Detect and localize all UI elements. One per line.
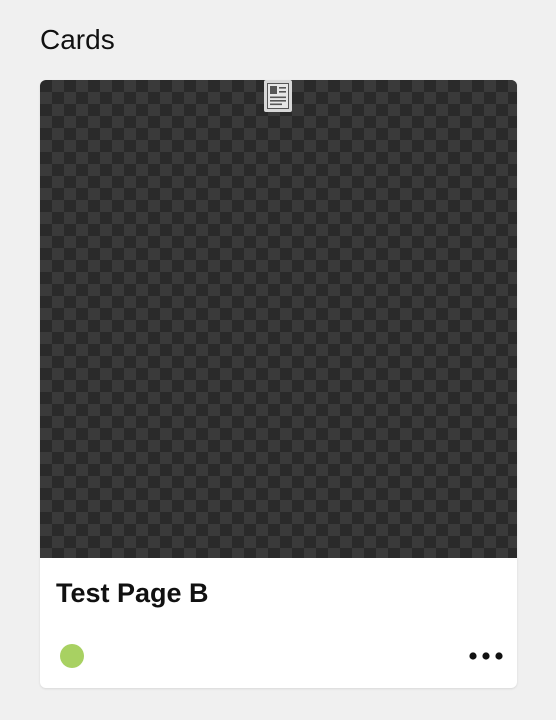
more-options-button[interactable] <box>467 642 505 670</box>
page-card[interactable]: Test Page B <box>40 80 517 688</box>
more-horizontal-icon <box>469 652 503 660</box>
card-body: Test Page B <box>40 558 517 688</box>
card-title[interactable]: Test Page B <box>56 577 209 609</box>
document-page-icon <box>264 80 292 112</box>
card-preview[interactable] <box>40 80 517 558</box>
section-title: Cards <box>40 24 115 55</box>
status-dot-icon <box>60 644 84 668</box>
